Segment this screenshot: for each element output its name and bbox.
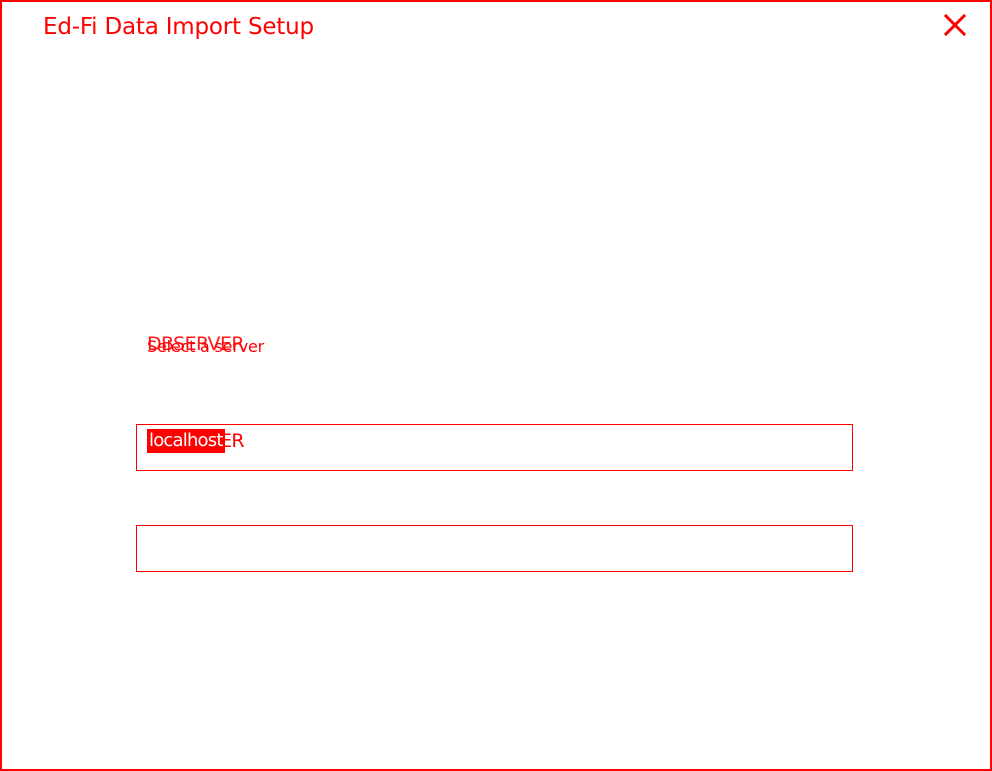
window-title: Ed-Fi Data Import Setup	[43, 14, 314, 40]
server-label: Select a server	[147, 337, 264, 356]
close-icon	[943, 13, 967, 37]
server-field-selected-value: localhost	[147, 429, 225, 453]
close-button[interactable]	[942, 12, 968, 38]
database-field[interactable]	[136, 525, 853, 572]
setup-window: Ed-Fi Data Import Setup DBSERVER Select …	[0, 0, 992, 771]
server-field[interactable]: DBSERVER localhost	[136, 424, 853, 471]
